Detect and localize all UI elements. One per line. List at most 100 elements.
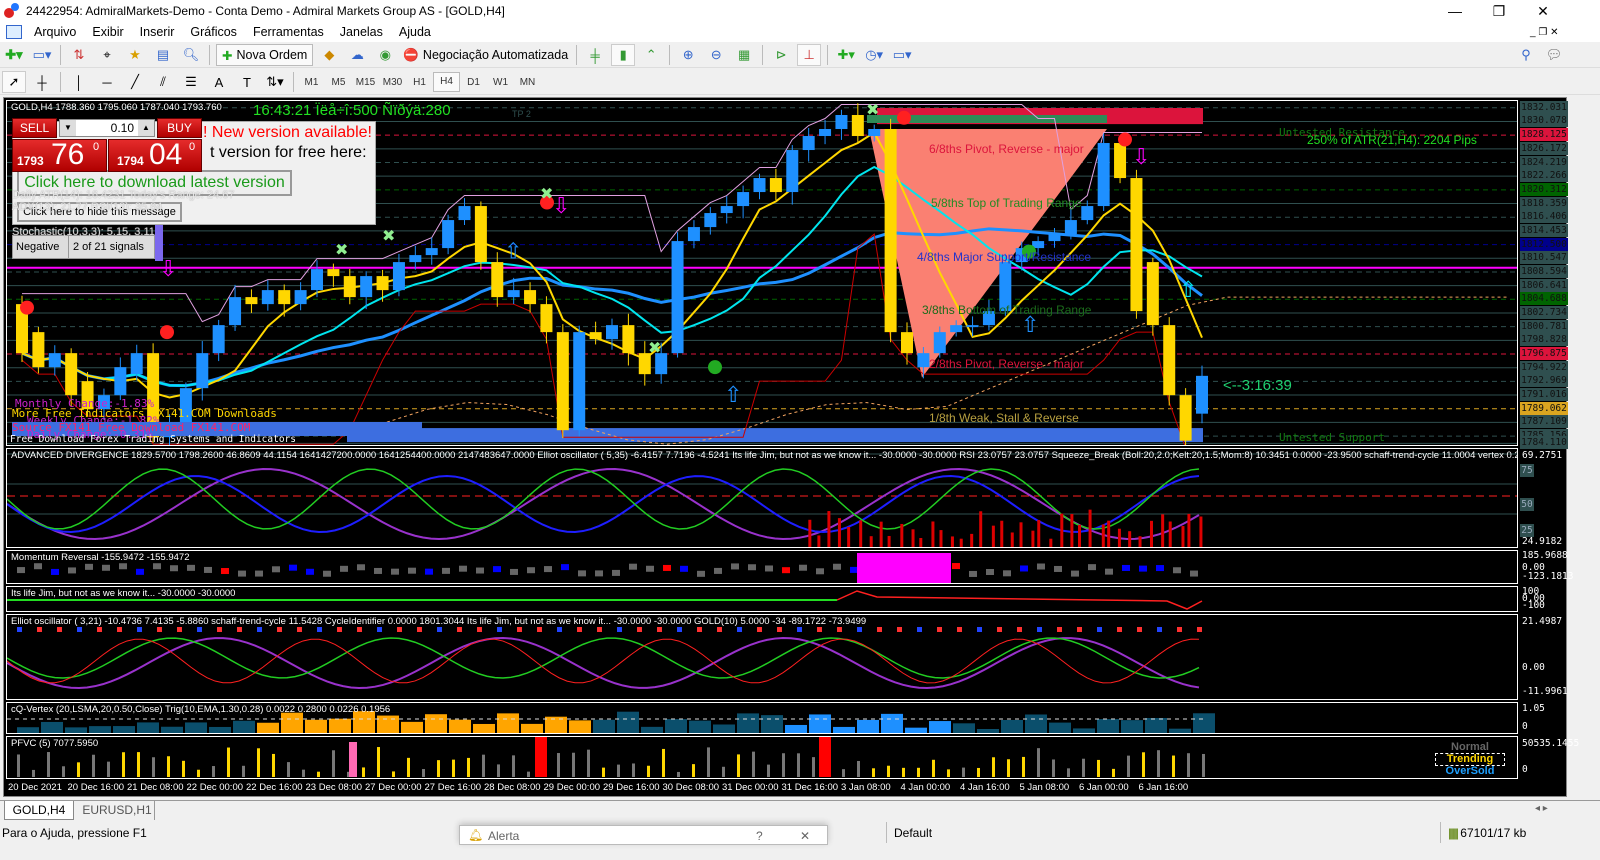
tab-gold-h4[interactable]: GOLD,H4 bbox=[4, 801, 74, 820]
chart-shift-icon[interactable]: ⊥ bbox=[797, 44, 822, 66]
tab-eurusd-h1[interactable]: EURUSD,H1 bbox=[80, 801, 155, 820]
periods-icon[interactable]: ◷▾ bbox=[862, 44, 886, 66]
pfvc-bar bbox=[437, 760, 440, 777]
price-axis[interactable]: 1832.031 1830.078 1828.125 1826.172 1824.219… bbox=[1519, 100, 1569, 450]
buy-price-big: 1794 bbox=[117, 154, 144, 168]
crosshair-icon[interactable]: ┼ bbox=[30, 71, 54, 93]
search-icon[interactable]: ⚲ bbox=[1514, 44, 1538, 66]
buy-price[interactable]: 1794 04 0 bbox=[108, 138, 202, 172]
lot-size-stepper[interactable]: ▼ 0.10 ▲ bbox=[59, 119, 155, 137]
trendline-icon[interactable]: ╱ bbox=[123, 71, 147, 93]
new-order-label: Nova Ordem bbox=[236, 48, 308, 62]
timeframe-w1[interactable]: W1 bbox=[487, 77, 514, 88]
pfvc-legend: Normal Trending OverSold bbox=[1435, 742, 1505, 777]
pfvc-pane[interactable]: PFVC (5) 7077.5950 Normal Trending OverS… bbox=[6, 736, 1518, 779]
menu-janelas[interactable]: Janelas bbox=[332, 25, 391, 39]
text-label-icon[interactable]: T bbox=[235, 71, 259, 93]
pfvc-bar bbox=[632, 763, 635, 777]
menu-arquivo[interactable]: Arquivo bbox=[26, 25, 84, 39]
cq-vertex-pane[interactable]: cQ-Vertex (20,LSMA,20,0.50,Close) Trig(1… bbox=[6, 702, 1518, 734]
timeframe-m15[interactable]: M15 bbox=[352, 77, 379, 88]
trend-dot bbox=[617, 627, 622, 632]
profiles-icon[interactable]: ▭▾ bbox=[30, 44, 54, 66]
menu-graficos[interactable]: Gráficos bbox=[182, 25, 245, 39]
tab-scroll-arrows[interactable]: ◂ ▸ bbox=[1535, 803, 1548, 814]
terminal-icon[interactable]: ▤ bbox=[151, 44, 175, 66]
lot-increase-button[interactable]: ▲ bbox=[138, 120, 154, 136]
vertex-bar bbox=[305, 719, 327, 733]
new-order-button[interactable]: ✚ Nova Ordem bbox=[216, 44, 314, 66]
candlestick-icon[interactable]: ▮ bbox=[611, 44, 636, 66]
minimize-button[interactable]: — bbox=[1432, 0, 1478, 22]
vertex-bar bbox=[713, 724, 735, 733]
timeframe-m5[interactable]: M5 bbox=[325, 77, 352, 88]
elliot-oscillator-pane[interactable]: Elliot oscillator ( 3,21) -10.4736 7.413… bbox=[6, 614, 1518, 700]
lot-decrease-button[interactable]: ▼ bbox=[60, 120, 76, 136]
metaeditor-icon[interactable]: ◆ bbox=[317, 44, 341, 66]
new-chart-icon[interactable]: ✚▾ bbox=[2, 44, 26, 66]
strategy-tester-icon[interactable]: 🔍︎ bbox=[179, 44, 203, 66]
tile-windows-icon[interactable]: ▦ bbox=[732, 44, 756, 66]
momentum-bar bbox=[221, 568, 229, 575]
close-button[interactable]: ✕ bbox=[1520, 0, 1566, 22]
data-window-icon[interactable]: ⌖ bbox=[95, 44, 119, 66]
pfvc-bar bbox=[819, 737, 831, 777]
sell-button[interactable]: SELL bbox=[12, 118, 57, 138]
menu-inserir[interactable]: Inserir bbox=[132, 25, 183, 39]
timeframe-h1[interactable]: H1 bbox=[406, 77, 433, 88]
equidistant-channel-icon[interactable]: ⫽ bbox=[151, 71, 175, 93]
zoom-in-icon[interactable]: ⊕ bbox=[676, 44, 700, 66]
chart-window-icon[interactable] bbox=[6, 25, 22, 39]
timeframe-mn[interactable]: MN bbox=[514, 77, 541, 88]
alert-popup[interactable]: 🔔︎ Alerta ? ✕ bbox=[459, 825, 828, 845]
fibonacci-icon[interactable]: ☰ bbox=[179, 71, 203, 93]
momentum-reversal-pane[interactable]: Momentum Reversal -155.9472 -155.9472 bbox=[6, 550, 1518, 584]
bullish-candle bbox=[425, 248, 438, 256]
signals-icon[interactable]: ◉ bbox=[373, 44, 397, 66]
vertex-bar bbox=[1025, 714, 1047, 733]
advanced-divergence-pane[interactable]: ADVANCED DIVERGENCE 1829.5700 1798.2600 … bbox=[6, 448, 1518, 548]
its-life-jim-pane[interactable]: Its life Jim, but not as we know it... -… bbox=[6, 586, 1518, 612]
histogram-bar bbox=[1060, 513, 1064, 547]
buy-button[interactable]: BUY bbox=[157, 118, 202, 138]
sell-price[interactable]: 1793 76 0 bbox=[12, 138, 107, 172]
navigator-icon[interactable]: ★ bbox=[123, 44, 147, 66]
vertical-line-icon[interactable]: │ bbox=[67, 71, 91, 93]
bar-chart-icon[interactable]: ╪ bbox=[583, 44, 607, 66]
community-icon[interactable]: ☁ bbox=[345, 44, 369, 66]
timeframe-m1[interactable]: M1 bbox=[298, 77, 325, 88]
price-label: 1828.125 bbox=[1520, 128, 1568, 142]
alert-close-button[interactable]: ✕ bbox=[800, 829, 810, 843]
pfvc-bar bbox=[617, 764, 620, 777]
chat-icon[interactable]: 💬︎ bbox=[1542, 44, 1566, 66]
line-chart-icon[interactable]: ⌃ bbox=[639, 44, 663, 66]
timeframe-d1[interactable]: D1 bbox=[460, 77, 487, 88]
cursor-icon[interactable]: ➚ bbox=[2, 71, 26, 93]
arrows-icon[interactable]: ⇅▾ bbox=[263, 71, 287, 93]
chart-window[interactable]: ⇧ ⇧ ⇧ ⇧ ⇩ ⇩ ⇩ ✖ ✖ ✖ ✖ ✖ 6/8ths Pivot, Reverse - maj… bbox=[3, 97, 1579, 797]
autoscroll-icon[interactable]: ⊳ bbox=[769, 44, 793, 66]
lot-size-input[interactable]: 0.10 bbox=[76, 120, 138, 136]
maximize-button[interactable]: ❐ bbox=[1476, 0, 1522, 22]
timeframe-h4[interactable]: H4 bbox=[433, 72, 460, 92]
histogram-bar bbox=[1181, 526, 1185, 547]
horizontal-line-icon[interactable]: ─ bbox=[95, 71, 119, 93]
time-label: 20 Dec 2021 bbox=[8, 782, 62, 793]
menu-exibir[interactable]: Exibir bbox=[84, 25, 131, 39]
templates-icon[interactable]: ▭▾ bbox=[890, 44, 914, 66]
menu-ferramentas[interactable]: Ferramentas bbox=[245, 25, 332, 39]
indicators-icon[interactable]: ✚▾ bbox=[834, 44, 858, 66]
main-price-chart[interactable]: ⇧ ⇧ ⇧ ⇧ ⇩ ⇩ ⇩ ✖ ✖ ✖ ✖ ✖ 6/8ths Pivot, Reverse - maj… bbox=[6, 100, 1518, 446]
text-icon[interactable]: A bbox=[207, 71, 231, 93]
market-watch-icon[interactable]: ⇅ bbox=[67, 44, 91, 66]
bearish-candle bbox=[1114, 143, 1127, 179]
pfvc-bar bbox=[242, 765, 245, 777]
vertex-bar bbox=[1073, 728, 1095, 733]
menu-ajuda[interactable]: Ajuda bbox=[391, 25, 439, 39]
alert-help-button[interactable]: ? bbox=[756, 829, 763, 843]
mdi-controls[interactable]: _ ❐ ✕ bbox=[1530, 27, 1558, 38]
zoom-out-icon[interactable]: ⊖ bbox=[704, 44, 728, 66]
auto-trading-button[interactable]: ⛔ Negociação Automatizada bbox=[401, 44, 570, 66]
trend-dot bbox=[1057, 627, 1062, 632]
timeframe-m30[interactable]: M30 bbox=[379, 77, 406, 88]
